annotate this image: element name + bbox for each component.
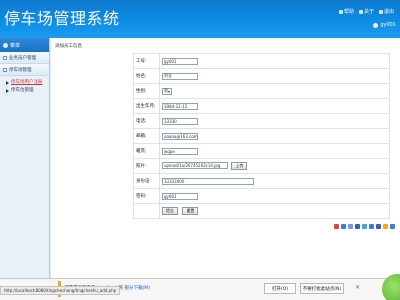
form-row: 照片: upload/1a/26745262c14.jpg 上传: [133, 158, 390, 174]
employee-id-input[interactable]: gy001: [162, 57, 198, 65]
ime-menu-icon[interactable]: [390, 224, 395, 229]
ime-emoji-icon[interactable]: [362, 224, 367, 229]
sidebar-group-label: 业务员户管理: [9, 55, 36, 61]
photo-path-input[interactable]: upload/1a/26745262c14.jpg: [162, 162, 228, 169]
employee-form: 工号: gy001 姓名: 刘全 性别: 男 ▾ 出生年月: 1984-12-1…: [133, 53, 390, 219]
name-input[interactable]: 刘全: [162, 72, 198, 80]
arrow-right-icon: [6, 81, 9, 85]
form-row: 性别: 男 ▾: [133, 83, 390, 99]
ime-toolbar: [334, 224, 395, 229]
folder-icon: [3, 67, 7, 72]
id-card-input[interactable]: 33333000: [162, 177, 254, 185]
submit-button[interactable]: 提交: [162, 207, 178, 215]
sidebar-group-parking[interactable]: 停车场管理: [0, 64, 49, 76]
sidebar-item-label: 停车位管理: [11, 88, 34, 93]
logout-link[interactable]: 退出: [378, 8, 394, 15]
form-row: 提交 重置: [133, 203, 390, 219]
main-content: 添加员工信息 工号: gy001 姓名: 刘全 性别: 男 ▾ 出生年月: 19…: [51, 38, 400, 278]
open-button[interactable]: 打开(O): [264, 283, 296, 294]
form-row: 工号: gy001: [133, 53, 390, 69]
logout-link-label: 退出: [383, 9, 394, 15]
download-link[interactable]: 部分下载(M): [125, 286, 150, 291]
user-name: gy001: [380, 22, 396, 28]
sidebar-sub-items: 停车场用户注册 停车位管理: [0, 76, 49, 95]
sidebar: 菜单 业务员户管理 停车场管理 停车场用户注册 停车位管理: [0, 38, 50, 278]
ime-logo-icon[interactable]: [334, 224, 339, 229]
chevron-down-icon: ▾: [168, 88, 171, 94]
ime-voice-icon[interactable]: [355, 224, 360, 229]
field-label-id: 工号:: [133, 53, 160, 69]
info-icon: [358, 9, 363, 14]
field-label-photo: 照片:: [133, 158, 160, 174]
sidebar-group-label: 停车场管理: [9, 67, 32, 73]
field-label-name: 姓名:: [133, 68, 160, 84]
birth-date-input[interactable]: 1984-12-12: [162, 102, 198, 110]
form-row: 身份证: 33333000: [133, 173, 390, 189]
sidebar-title: 菜单: [0, 38, 49, 52]
gender-select[interactable]: 男 ▾: [162, 87, 172, 95]
phone-input[interactable]: 33330: [162, 117, 198, 125]
ime-keyboard-icon[interactable]: [369, 224, 374, 229]
breadcrumb: 添加员工信息: [55, 44, 82, 49]
form-row: 姓名: 刘全: [133, 68, 390, 84]
form-row: 密码: gy001: [133, 188, 390, 204]
folder-icon: [3, 55, 7, 60]
menu-icon: [3, 42, 8, 48]
ime-punct-icon[interactable]: [348, 224, 353, 229]
logout-icon: [378, 9, 383, 14]
sidebar-item-label: 停车场用户注册: [11, 80, 43, 85]
form-row: 出生年月: 1984-12-12: [133, 98, 390, 114]
field-label-birth: 出生年月:: [133, 98, 160, 114]
ime-skin-icon[interactable]: [376, 224, 381, 229]
field-label-password: 密码:: [133, 188, 160, 204]
sidebar-item-user-register[interactable]: 停车场用户注册: [6, 79, 49, 87]
field-label-idcard: 身份证:: [133, 173, 160, 189]
form-row: 邮箱: aaaaa@163.com: [133, 128, 390, 144]
never-button[interactable]: 不要打扰此站点(N): [300, 283, 344, 294]
app-header: 停车场管理系统 帮助 关于 退出 gy001: [0, 0, 400, 38]
ime-mode-icon[interactable]: [341, 224, 346, 229]
top-links: 帮助 关于 退出: [338, 8, 394, 15]
about-link[interactable]: 关于: [358, 8, 374, 15]
form-row: 电话: 33330: [133, 113, 390, 129]
sidebar-item-spaces[interactable]: 停车位管理: [6, 87, 49, 95]
email-input[interactable]: aaaaa@163.com: [162, 132, 198, 140]
sidebar-title-label: 菜单: [10, 42, 21, 49]
form-row: 籍贯: wqpe: [133, 143, 390, 159]
user-icon: [373, 22, 379, 28]
arrow-right-icon: [6, 89, 9, 93]
user-badge: gy001: [373, 22, 396, 28]
field-label-email: 邮箱:: [133, 128, 160, 144]
status-url: http://localhost:8080/tingchechang/tingc…: [0, 286, 121, 295]
sidebar-group-business[interactable]: 业务员户管理: [0, 52, 49, 64]
ime-tools-icon[interactable]: [383, 224, 388, 229]
password-input[interactable]: gy001: [162, 192, 198, 200]
field-label-gender: 性别:: [133, 83, 160, 99]
help-link[interactable]: 帮助: [338, 8, 354, 15]
field-label-hometown: 籍贯:: [133, 143, 160, 159]
help-icon: [338, 9, 343, 14]
hometown-input[interactable]: wqpe: [162, 147, 198, 155]
help-link-label: 帮助: [343, 9, 354, 15]
close-icon[interactable]: ×: [355, 284, 360, 291]
reset-button[interactable]: 重置: [182, 207, 199, 215]
upload-button[interactable]: 上传: [231, 162, 248, 170]
about-link-label: 关于: [363, 9, 374, 15]
field-label-phone: 电话:: [133, 113, 160, 129]
app-title: 停车场管理系统: [4, 9, 120, 28]
